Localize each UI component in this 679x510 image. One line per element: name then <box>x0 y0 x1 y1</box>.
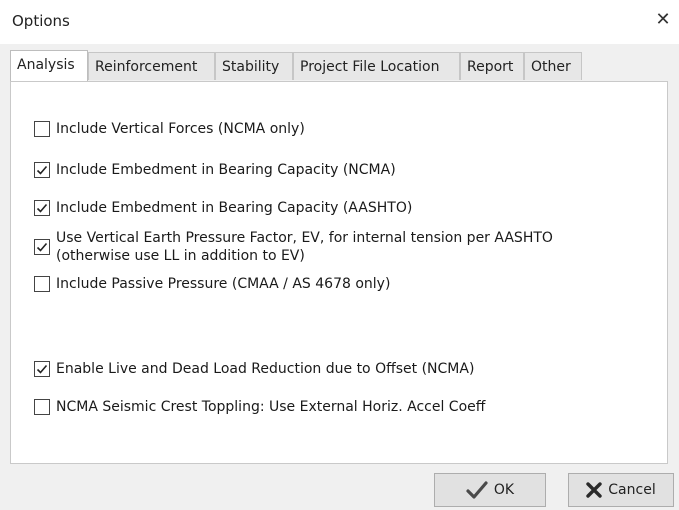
close-icon[interactable]: ✕ <box>651 8 675 32</box>
checkbox[interactable] <box>34 239 50 255</box>
option-label: Include Embedment in Bearing Capacity (A… <box>56 200 413 216</box>
option-seismic-crest-toppling[interactable]: NCMA Seismic Crest Toppling: Use Externa… <box>34 398 485 416</box>
checkbox[interactable] <box>34 121 50 137</box>
ok-label: OK <box>493 482 515 498</box>
tab-strip: Analysis Reinforcement Stability Project… <box>10 50 660 82</box>
ok-button[interactable]: OK <box>434 473 546 507</box>
checkmark-icon <box>36 364 48 374</box>
checkbox[interactable] <box>34 399 50 415</box>
cancel-label: Cancel <box>608 482 656 498</box>
tab-label: Stability <box>222 59 280 75</box>
checkbox[interactable] <box>34 162 50 178</box>
checkbox[interactable] <box>34 361 50 377</box>
option-vertical-forces[interactable]: Include Vertical Forces (NCMA only) <box>34 120 305 138</box>
tab-reinforcement[interactable]: Reinforcement <box>88 52 215 80</box>
option-label: Include Passive Pressure (CMAA / AS 4678… <box>56 276 391 292</box>
tab-label: Report <box>467 59 514 75</box>
option-passive-pressure[interactable]: Include Passive Pressure (CMAA / AS 4678… <box>34 275 390 293</box>
checkbox[interactable] <box>34 276 50 292</box>
option-vertical-earth-pressure[interactable]: Use Vertical Earth Pressure Factor, EV, … <box>34 229 553 265</box>
tab-report[interactable]: Report <box>460 52 524 80</box>
checkmark-icon <box>466 481 488 499</box>
window-title: Options <box>12 12 70 30</box>
cancel-button[interactable]: Cancel <box>568 473 674 507</box>
x-icon <box>586 482 602 498</box>
option-label: Include Vertical Forces (NCMA only) <box>56 121 305 137</box>
option-label: NCMA Seismic Crest Toppling: Use Externa… <box>56 399 486 415</box>
tab-stability[interactable]: Stability <box>215 52 293 80</box>
title-bar: Options ✕ <box>0 0 679 44</box>
option-label: Use Vertical Earth Pressure Factor, EV, … <box>56 229 553 265</box>
option-label: Enable Live and Dead Load Reduction due … <box>56 361 475 377</box>
tab-other[interactable]: Other <box>524 52 582 80</box>
option-live-dead-load-reduction[interactable]: Enable Live and Dead Load Reduction due … <box>34 360 474 378</box>
option-label-line2: (otherwise use LL in addition to EV) <box>56 248 305 264</box>
checkmark-icon <box>36 165 48 175</box>
tab-label: Reinforcement <box>95 59 198 75</box>
checkmark-icon <box>36 242 48 252</box>
option-label: Include Embedment in Bearing Capacity (N… <box>56 162 396 178</box>
checkbox[interactable] <box>34 200 50 216</box>
tab-label: Analysis <box>17 57 75 73</box>
tab-label: Other <box>531 59 571 75</box>
option-embedment-ncma[interactable]: Include Embedment in Bearing Capacity (N… <box>34 161 396 179</box>
option-label-line1: Use Vertical Earth Pressure Factor, EV, … <box>56 230 553 246</box>
tab-label: Project File Location <box>300 59 440 75</box>
checkmark-icon <box>36 203 48 213</box>
tab-project-file-location[interactable]: Project File Location <box>293 52 460 80</box>
option-embedment-aashto[interactable]: Include Embedment in Bearing Capacity (A… <box>34 199 412 217</box>
tab-analysis[interactable]: Analysis <box>10 50 88 81</box>
